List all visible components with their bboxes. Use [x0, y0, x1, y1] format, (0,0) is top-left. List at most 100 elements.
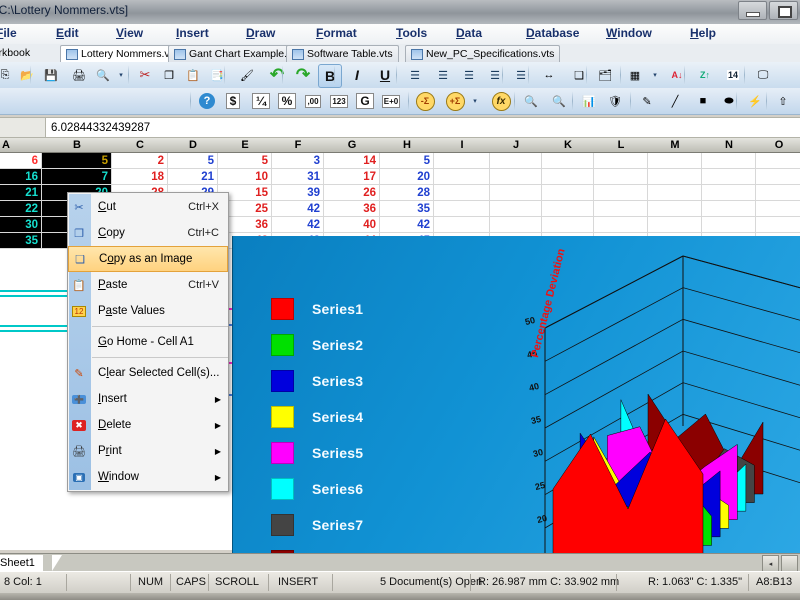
cell-F11[interactable]: 42: [272, 201, 324, 217]
column-header-H[interactable]: H: [380, 138, 435, 153]
cell-N9[interactable]: [702, 169, 756, 185]
cell-O8[interactable]: [756, 153, 800, 169]
menu-item-window[interactable]: Window: [606, 26, 652, 40]
redo-icon[interactable]: ↷: [292, 64, 314, 86]
legend-item-series4[interactable]: Series4: [271, 399, 363, 435]
context-menu-item-paste-values[interactable]: 12 Paste Values: [68, 298, 228, 324]
name-box[interactable]: [0, 117, 46, 138]
bold-icon[interactable]: B: [318, 64, 342, 88]
legend-item-series1[interactable]: Series1: [271, 291, 363, 327]
legend-item-series5[interactable]: Series5: [271, 435, 363, 471]
document-tab-3[interactable]: New_PC_Specifications.vts: [405, 45, 561, 62]
cell-A8[interactable]: 6: [0, 153, 42, 169]
cell-L9[interactable]: [594, 169, 648, 185]
underline-icon[interactable]: U: [374, 64, 396, 86]
cell-A12[interactable]: 30: [0, 217, 42, 233]
table-icon[interactable]: ▦: [624, 64, 646, 86]
context-menu-item-delete[interactable]: ✖ Delete ▶: [68, 412, 228, 438]
cell-D8[interactable]: 5: [168, 153, 218, 169]
cell-J11[interactable]: [490, 201, 542, 217]
column-header-O[interactable]: O: [756, 138, 800, 153]
cell-G8[interactable]: 14: [324, 153, 380, 169]
cell-I9[interactable]: [434, 169, 490, 185]
cell-L12[interactable]: [594, 217, 648, 233]
line-draw-icon[interactable]: ╱: [664, 90, 686, 112]
cut-icon[interactable]: ✂: [134, 64, 156, 86]
column-header-A[interactable]: A: [0, 138, 43, 153]
cell-G11[interactable]: 36: [324, 201, 380, 217]
column-header-B[interactable]: B: [42, 138, 113, 153]
cell-O10[interactable]: [756, 185, 800, 201]
context-menu-item-copy[interactable]: ❐ Copy Ctrl+C: [68, 220, 228, 246]
column-header-J[interactable]: J: [490, 138, 543, 153]
number-format-icon[interactable]: 123: [328, 90, 350, 112]
cell-A10[interactable]: 21: [0, 185, 42, 201]
decrease-decimal-icon[interactable]: -Σ: [414, 90, 436, 112]
cell-C9[interactable]: 18: [112, 169, 168, 185]
cell-H12[interactable]: 42: [380, 217, 434, 233]
freeform-draw-icon[interactable]: ⚡: [744, 90, 766, 112]
context-menu-item-print[interactable]: 🖨 Print ▶: [68, 438, 228, 464]
cell-L8[interactable]: [594, 153, 648, 169]
column-header-M[interactable]: M: [648, 138, 703, 153]
cell-K12[interactable]: [542, 217, 594, 233]
undo-icon[interactable]: ↶: [266, 64, 288, 86]
cell-format-icon[interactable]: 🗂: [594, 64, 616, 86]
cell-A11[interactable]: 22: [0, 201, 42, 217]
cell-K10[interactable]: [542, 185, 594, 201]
function-icon[interactable]: fx: [490, 90, 512, 112]
column-header-C[interactable]: C: [112, 138, 169, 153]
cell-E8[interactable]: 5: [218, 153, 272, 169]
menu-item-format[interactable]: Format: [316, 26, 357, 40]
cell-N11[interactable]: [702, 201, 756, 217]
cell-C8[interactable]: 2: [112, 153, 168, 169]
column-header-K[interactable]: K: [542, 138, 595, 153]
cell-L10[interactable]: [594, 185, 648, 201]
menu-item-draw[interactable]: Draw: [246, 26, 275, 40]
cell-G10[interactable]: 26: [324, 185, 380, 201]
document-tab-0[interactable]: Lottery Nommers.vts: [60, 45, 184, 62]
sheet-nav-box-icon[interactable]: [781, 555, 798, 572]
new-icon[interactable]: ⎘: [0, 64, 16, 86]
document-tab-workbook[interactable]: Workbook: [0, 45, 35, 61]
cell-H8[interactable]: 5: [380, 153, 434, 169]
column-header-D[interactable]: D: [168, 138, 219, 153]
general-format-icon[interactable]: G: [354, 90, 376, 112]
cell-K9[interactable]: [542, 169, 594, 185]
menu-item-help[interactable]: Help: [690, 26, 716, 40]
column-header-N[interactable]: N: [702, 138, 757, 153]
cell-O9[interactable]: [756, 169, 800, 185]
cell-E9[interactable]: 10: [218, 169, 272, 185]
context-menu-item-paste[interactable]: 📋 Paste Ctrl+V: [68, 272, 228, 298]
sum-dropdown-icon[interactable]: ▾: [470, 90, 480, 112]
chart-icon[interactable]: 📊: [578, 90, 600, 112]
document-tab-2[interactable]: Software Table.vts: [286, 45, 399, 62]
chart-window[interactable]: Series1 Series2 Series3 Series4 Series5 Serie…: [232, 236, 800, 554]
cell-I11[interactable]: [434, 201, 490, 217]
context-menu-item-copy-as-an-image[interactable]: ❑ Copy as an Image: [68, 246, 228, 272]
cell-H9[interactable]: 20: [380, 169, 434, 185]
cell-B9[interactable]: 7: [42, 169, 112, 185]
zoom-in-icon[interactable]: 🔍: [520, 90, 542, 112]
cell-I10[interactable]: [434, 185, 490, 201]
column-header-I[interactable]: I: [434, 138, 491, 153]
percent-icon[interactable]: %: [276, 90, 298, 112]
increase-decimal-icon[interactable]: +Σ: [444, 90, 466, 112]
menu-item-tools[interactable]: Tools: [396, 26, 427, 40]
print-preview-dropdown-icon[interactable]: ▾: [116, 64, 126, 86]
context-menu-item-window[interactable]: ▣ Window ▶: [68, 464, 228, 490]
table-row[interactable]: 16 7 18 21 10 31 17 20: [0, 169, 800, 185]
open-folder-icon[interactable]: 📂: [16, 64, 38, 86]
cell-F9[interactable]: 31: [272, 169, 324, 185]
cell-M9[interactable]: [648, 169, 702, 185]
sheet-tab-sheet1[interactable]: Sheet1: [0, 555, 43, 571]
align-left-icon[interactable]: ☰: [404, 64, 426, 86]
legend-item-series3[interactable]: Series3: [271, 363, 363, 399]
context-menu-item-go-home-cell-a1[interactable]: Go Home - Cell A1: [68, 329, 228, 355]
cell-K8[interactable]: [542, 153, 594, 169]
cell-J8[interactable]: [490, 153, 542, 169]
cell-A13[interactable]: 35: [0, 233, 42, 249]
currency-icon[interactable]: $: [222, 90, 244, 112]
cell-J12[interactable]: [490, 217, 542, 233]
cell-F12[interactable]: 42: [272, 217, 324, 233]
